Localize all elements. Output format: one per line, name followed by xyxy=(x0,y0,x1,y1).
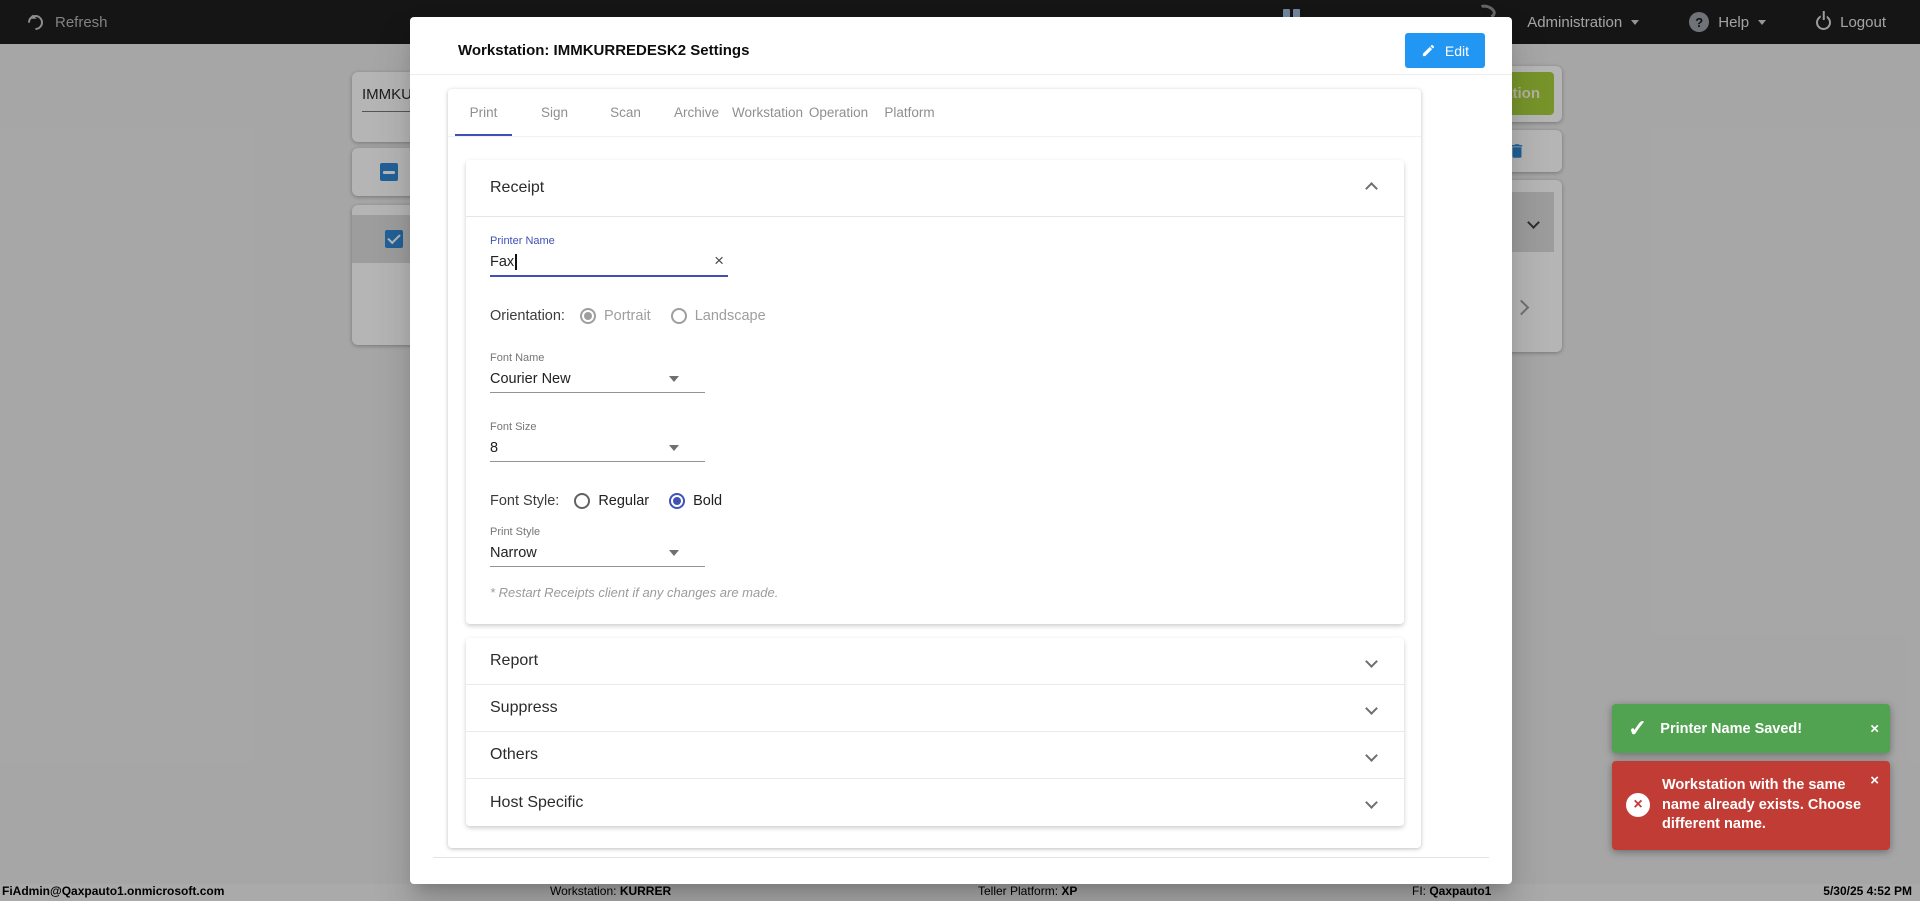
font-style-label: Font Style: xyxy=(490,493,560,509)
font-name-select[interactable]: Courier New xyxy=(490,366,705,393)
regular-label: Regular xyxy=(598,493,650,509)
radio-selected-icon xyxy=(669,493,686,509)
dialog-title: Workstation: IMMKURREDESK2 Settings xyxy=(458,42,750,59)
tab-scan[interactable]: Scan xyxy=(590,89,661,136)
receipt-panel-header[interactable]: Receipt xyxy=(466,160,1404,217)
font-style-group: Font Style: Regular Bold xyxy=(490,493,1380,509)
report-panel-header[interactable]: Report xyxy=(466,638,1404,685)
others-panel-title: Others xyxy=(490,746,539,763)
success-toast-message: Printer Name Saved! xyxy=(1660,720,1803,737)
dropdown-arrow-icon xyxy=(669,550,679,556)
text-cursor xyxy=(515,254,517,270)
expand-chevron-icon xyxy=(1365,701,1378,715)
font-name-group: Font Name Courier New xyxy=(490,352,1380,393)
landscape-label: Landscape xyxy=(694,308,766,324)
print-style-label: Print Style xyxy=(490,526,541,538)
workstation-settings-dialog: Workstation: IMMKURREDESK2 Settings Edit… xyxy=(410,17,1512,884)
pencil-icon xyxy=(1422,44,1435,57)
orientation-landscape-option[interactable]: Landscape xyxy=(670,308,766,324)
expand-chevron-icon xyxy=(1365,654,1378,668)
font-size-select[interactable]: 8 xyxy=(490,435,705,462)
print-style-select[interactable]: Narrow xyxy=(490,540,705,567)
orientation-label: Orientation: xyxy=(490,308,565,324)
printer-name-input[interactable]: Fax × xyxy=(490,249,728,277)
radio-icon xyxy=(574,493,591,509)
tab-print[interactable]: Print xyxy=(448,89,519,136)
check-icon: ✓ xyxy=(1628,715,1648,741)
font-name-value: Courier New xyxy=(490,371,571,387)
close-icon[interactable]: × xyxy=(1870,772,1879,789)
print-tab-content: Receipt Printer Name Fax × Orientation: … xyxy=(448,137,1421,826)
printer-name-group: Printer Name Fax × xyxy=(490,235,1380,277)
font-style-regular-option[interactable]: Regular xyxy=(574,493,649,509)
toast-container: ✓ Printer Name Saved! × × Workstation wi… xyxy=(1612,704,1890,850)
collapse-chevron-icon xyxy=(1365,181,1378,195)
collapsed-panels: Report Suppress Others Host Specific xyxy=(466,638,1404,826)
radio-icon xyxy=(670,308,687,324)
tab-operation[interactable]: Operation xyxy=(803,89,874,136)
dialog-header: Workstation: IMMKURREDESK2 Settings Edit xyxy=(410,17,1512,75)
suppress-panel-header[interactable]: Suppress xyxy=(466,685,1404,732)
host-specific-panel-title: Host Specific xyxy=(490,793,584,811)
dropdown-arrow-icon xyxy=(669,376,679,382)
font-size-group: Font Size 8 xyxy=(490,421,1380,462)
printer-name-value: Fax xyxy=(490,254,515,270)
tab-archive[interactable]: Archive xyxy=(661,89,732,136)
font-size-value: 8 xyxy=(490,440,499,456)
tab-sign[interactable]: Sign xyxy=(519,89,590,136)
edit-button-label: Edit xyxy=(1444,42,1469,59)
tab-platform[interactable]: Platform xyxy=(874,89,945,136)
screen: IMMKU ation Refresh Administration ? Hel… xyxy=(0,0,1920,901)
orientation-portrait-option[interactable]: Portrait xyxy=(579,308,651,324)
dialog-footer-divider xyxy=(433,857,1489,858)
receipt-panel-body: Printer Name Fax × Orientation: Portrait… xyxy=(466,217,1404,624)
restart-note: * Restart Receipts client if any changes… xyxy=(490,585,779,600)
font-name-label: Font Name xyxy=(490,352,545,364)
error-circle-icon: × xyxy=(1626,793,1650,818)
suppress-panel-title: Suppress xyxy=(490,699,558,716)
settings-tab-card: Print Sign Scan Archive Workstation Oper… xyxy=(448,89,1421,848)
print-style-group: Print Style Narrow xyxy=(490,526,1380,567)
portrait-label: Portrait xyxy=(603,308,651,324)
error-toast[interactable]: × Workstation with the same name already… xyxy=(1612,761,1890,850)
receipt-panel: Receipt Printer Name Fax × Orientation: … xyxy=(466,160,1404,624)
bold-label: Bold xyxy=(693,493,723,509)
expand-chevron-icon xyxy=(1365,796,1378,809)
dropdown-arrow-icon xyxy=(669,445,679,451)
close-icon[interactable]: × xyxy=(1870,720,1879,737)
tab-workstation[interactable]: Workstation xyxy=(732,89,803,136)
orientation-group: Orientation: Portrait Landscape xyxy=(490,308,1380,324)
success-toast[interactable]: ✓ Printer Name Saved! × xyxy=(1612,704,1890,753)
clear-icon[interactable]: × xyxy=(714,252,724,269)
tab-bar: Print Sign Scan Archive Workstation Oper… xyxy=(448,89,1421,137)
expand-chevron-icon xyxy=(1365,748,1378,762)
print-style-value: Narrow xyxy=(490,545,537,561)
others-panel-header[interactable]: Others xyxy=(466,732,1404,779)
error-toast-message: Workstation with the same name already e… xyxy=(1662,777,1862,832)
printer-name-label: Printer Name xyxy=(490,235,555,247)
font-style-bold-option[interactable]: Bold xyxy=(669,493,722,509)
font-size-label: Font Size xyxy=(490,421,537,433)
receipt-panel-title: Receipt xyxy=(490,179,545,196)
radio-selected-icon xyxy=(579,308,596,324)
report-panel-title: Report xyxy=(490,652,539,669)
edit-button[interactable]: Edit xyxy=(1404,33,1485,68)
host-specific-panel-header[interactable]: Host Specific xyxy=(466,779,1404,826)
